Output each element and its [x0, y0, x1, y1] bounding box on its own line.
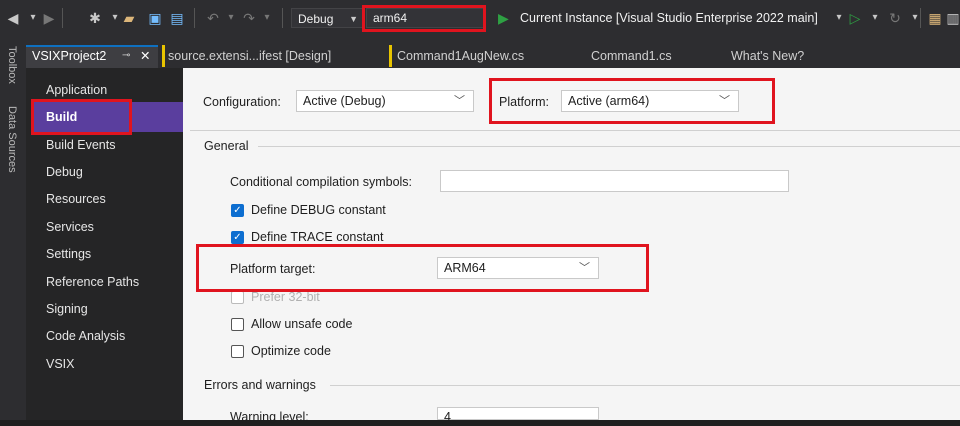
conditional-symbols-input[interactable] [440, 170, 789, 192]
warning-level-label: Warning level: [230, 410, 309, 424]
data-sources-tab[interactable]: Data Sources [6, 106, 18, 173]
tab-marker [162, 45, 165, 67]
back-icon[interactable]: ◀ [4, 9, 22, 27]
divider [190, 130, 960, 131]
redo-icon[interactable]: ↷ [240, 9, 258, 27]
grid-icon[interactable]: ▥ [944, 9, 960, 27]
nav-item-settings[interactable]: Settings [46, 243, 91, 265]
prefer-32bit-checkbox[interactable] [231, 291, 244, 304]
define-trace-label: Define TRACE constant [251, 230, 384, 244]
platform-highlight-box [362, 5, 486, 32]
solution-configuration-value: Debug [298, 12, 334, 26]
warning-level-select[interactable]: 4 [437, 407, 599, 424]
nav-item-application[interactable]: Application [46, 79, 107, 101]
browse-icon[interactable]: ▦ [926, 9, 944, 27]
platform-target-highlight-box [196, 244, 649, 292]
nav-item-debug[interactable]: Debug [46, 161, 83, 183]
save-icon[interactable]: ▣ [146, 9, 164, 27]
tab-whats-new[interactable]: What's New? [731, 45, 804, 67]
new-project-icon[interactable]: ✱ [86, 9, 104, 27]
pin-icon[interactable]: ⊸ [122, 45, 130, 67]
redo-dropdown-icon[interactable]: ▾ [258, 9, 276, 27]
define-trace-checkbox[interactable]: ✓ [231, 231, 244, 244]
nav-item-signing[interactable]: Signing [46, 298, 88, 320]
allow-unsafe-label: Allow unsafe code [251, 317, 353, 331]
nav-item-code-analysis[interactable]: Code Analysis [46, 325, 125, 347]
allow-unsafe-checkbox[interactable] [231, 318, 244, 331]
errors-warnings-section-header: Errors and warnings [204, 378, 316, 392]
general-section-header: General [204, 139, 249, 153]
start-debugging-label[interactable]: Current Instance [Visual Studio Enterpri… [520, 10, 818, 26]
refresh-icon[interactable]: ↻ [886, 9, 904, 27]
chevron-down-icon: ﹀ [454, 95, 465, 107]
tab-marker [389, 45, 392, 67]
tab-command1[interactable]: Command1.cs [591, 45, 672, 67]
configuration-label: Configuration: [203, 95, 281, 109]
nav-item-vsix[interactable]: VSIX [46, 353, 75, 375]
nav-item-build-events[interactable]: Build Events [46, 134, 115, 156]
start-dropdown-icon[interactable]: ▾ [866, 9, 884, 27]
save-all-icon[interactable]: ▤ [168, 9, 186, 27]
prefer-32bit-label: Prefer 32-bit [251, 290, 320, 304]
open-folder-icon[interactable]: ▰ [120, 9, 138, 27]
tab-command1augnew[interactable]: Command1AugNew.cs [397, 45, 524, 67]
warning-level-value: 4 [444, 410, 451, 424]
close-icon[interactable]: ✕ [140, 45, 150, 67]
tab-label: VSIXProject2 [32, 49, 107, 63]
nav-item-services[interactable]: Services [46, 216, 94, 238]
nav-item-resources[interactable]: Resources [46, 188, 106, 210]
build-highlight-box [31, 99, 132, 135]
configuration-value: Active (Debug) [303, 94, 386, 108]
toolbar: ◀ ▾ ▶ ✱ ▾ ▰ ▣ ▤ ↶ ▾ ↷ ▾ Debug ▼ arm64 ▶ … [0, 0, 960, 39]
define-debug-checkbox[interactable]: ✓ [231, 204, 244, 217]
forward-icon[interactable]: ▶ [40, 9, 58, 27]
refresh-dropdown-icon[interactable]: ▾ [906, 9, 924, 27]
nav-item-reference-paths[interactable]: Reference Paths [46, 271, 139, 293]
conditional-symbols-label: Conditional compilation symbols: [230, 175, 413, 189]
optimize-code-checkbox[interactable] [231, 345, 244, 358]
define-debug-label: Define DEBUG constant [251, 203, 386, 217]
start-debugging-icon[interactable]: ▶ [498, 9, 509, 27]
tab-source-extension-manifest[interactable]: source.extensi...ifest [Design] [168, 45, 331, 67]
divider [258, 146, 960, 147]
undo-icon[interactable]: ↶ [204, 9, 222, 27]
divider [330, 385, 960, 386]
undo-dropdown-icon[interactable]: ▾ [222, 9, 240, 27]
configuration-select[interactable]: Active (Debug) ﹀ [296, 90, 474, 112]
chevron-down-icon: ▼ [349, 14, 358, 24]
toolbox-tab[interactable]: Toolbox [6, 46, 18, 84]
nav-selection-arrow [174, 108, 183, 126]
start-without-debugging-icon[interactable]: ▷ [846, 9, 864, 27]
solution-configuration-select[interactable]: Debug ▼ [291, 8, 363, 28]
optimize-code-label: Optimize code [251, 344, 331, 358]
platform-highlight-box [489, 78, 775, 124]
